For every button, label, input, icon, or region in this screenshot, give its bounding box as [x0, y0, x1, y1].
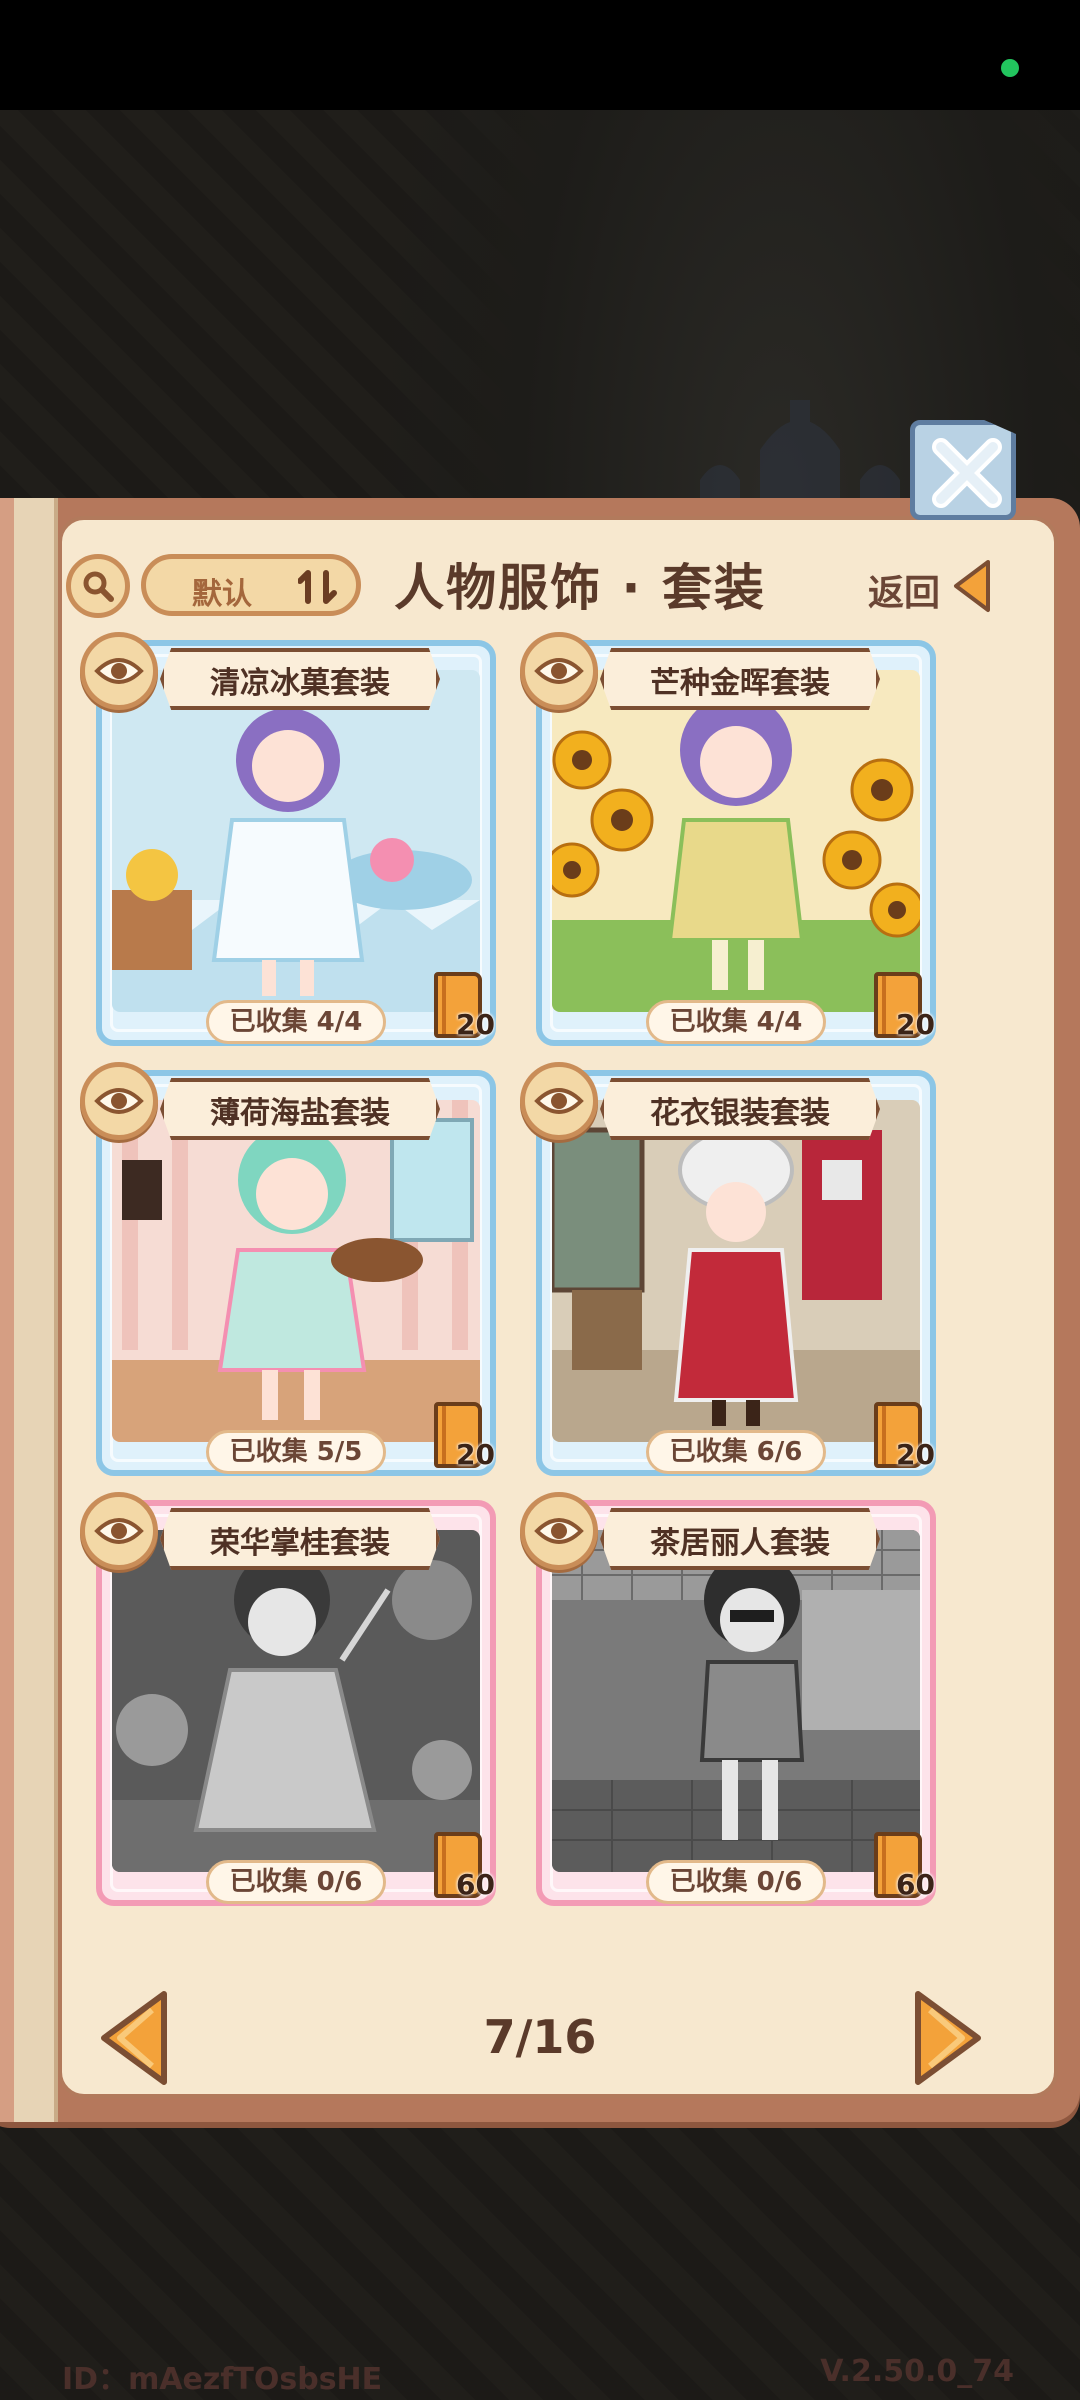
outfit-illustration [552, 1530, 920, 1872]
collected-count: 已收集 0/6 [646, 1860, 826, 1904]
collected-count: 已收集 4/4 [206, 1000, 386, 1044]
reward-amount: 20 [456, 1438, 495, 1471]
eye-icon [534, 1518, 584, 1544]
eye-icon [534, 1088, 584, 1114]
preview-button[interactable] [80, 1062, 158, 1140]
preview-button[interactable] [520, 1062, 598, 1140]
outfit-card[interactable]: 茶居丽人套装 已收集 0/6 60 [520, 1492, 936, 1906]
close-button[interactable] [910, 420, 1016, 520]
reward-amount: 20 [896, 1438, 935, 1471]
outfit-card[interactable]: 花衣银装套装 已收集 6/6 20 [520, 1062, 936, 1476]
prev-arrow-icon [101, 1991, 167, 2085]
player-id: ID：mAezfTOsbsHE [62, 2362, 383, 2397]
eye-icon [94, 1518, 144, 1544]
eye-icon [94, 658, 144, 684]
collected-count: 已收集 0/6 [206, 1860, 386, 1904]
next-page-button[interactable] [912, 1988, 984, 2088]
close-icon [932, 438, 1002, 508]
back-label: 返回 [868, 573, 941, 614]
outfit-illustration [552, 670, 920, 1012]
sort-label: 默认 [192, 577, 252, 612]
page-indicator: 7/16 [483, 2010, 597, 2064]
eye-icon [94, 1088, 144, 1114]
outfit-illustration [112, 1100, 480, 1442]
eye-icon [534, 658, 584, 684]
search-icon [83, 571, 114, 602]
reward-amount: 20 [456, 1008, 495, 1041]
outfit-name: 茶居丽人套装 [650, 1526, 830, 1561]
outfit-name: 薄荷海盐套装 [210, 1096, 390, 1131]
outfit-card[interactable]: 薄荷海盐套装 已收集 5/5 20 [80, 1062, 496, 1476]
outfit-card[interactable]: 荣华掌桂套装 已收集 0/6 60 [80, 1492, 496, 1906]
outfit-card[interactable]: 清凉冰菓套装 已收集 4/4 20 [80, 632, 496, 1046]
outfit-name: 花衣银装套装 [650, 1096, 830, 1131]
next-arrow-icon [915, 1991, 981, 2085]
outfit-illustration [112, 1530, 480, 1872]
collected-count: 已收集 5/5 [206, 1430, 386, 1474]
sort-icon [298, 570, 337, 604]
collected-count: 已收集 4/4 [646, 1000, 826, 1044]
outfit-name: 芒种金晖套装 [650, 666, 830, 701]
back-button[interactable]: 返回 [860, 556, 1000, 616]
back-arrow-icon [954, 560, 990, 612]
reward-amount: 60 [896, 1868, 935, 1901]
preview-button[interactable] [520, 1492, 598, 1570]
status-bar [0, 0, 1080, 110]
previous-page-button[interactable] [98, 1988, 170, 2088]
reward-amount: 60 [456, 1868, 495, 1901]
sort-button[interactable]: 默认 [141, 554, 361, 616]
outfit-name: 荣华掌桂套装 [210, 1526, 390, 1561]
outfit-card[interactable]: 芒种金晖套装 已收集 4/4 20 [520, 632, 936, 1046]
preview-button[interactable] [80, 1492, 158, 1570]
preview-button[interactable] [80, 632, 158, 710]
book-spine [0, 498, 58, 2122]
collected-count: 已收集 6/6 [646, 1430, 826, 1474]
outfit-illustration [552, 1100, 920, 1442]
page-title: 人物服饰 · 套装 [394, 559, 766, 617]
version-label: V.2.50.0_74 [820, 2354, 1014, 2389]
outfit-illustration [112, 670, 480, 1012]
outfit-name: 清凉冰菓套装 [210, 666, 390, 701]
preview-button[interactable] [520, 632, 598, 710]
status-indicator-dot [1001, 59, 1019, 77]
search-button[interactable] [66, 554, 130, 618]
reward-amount: 20 [896, 1008, 935, 1041]
